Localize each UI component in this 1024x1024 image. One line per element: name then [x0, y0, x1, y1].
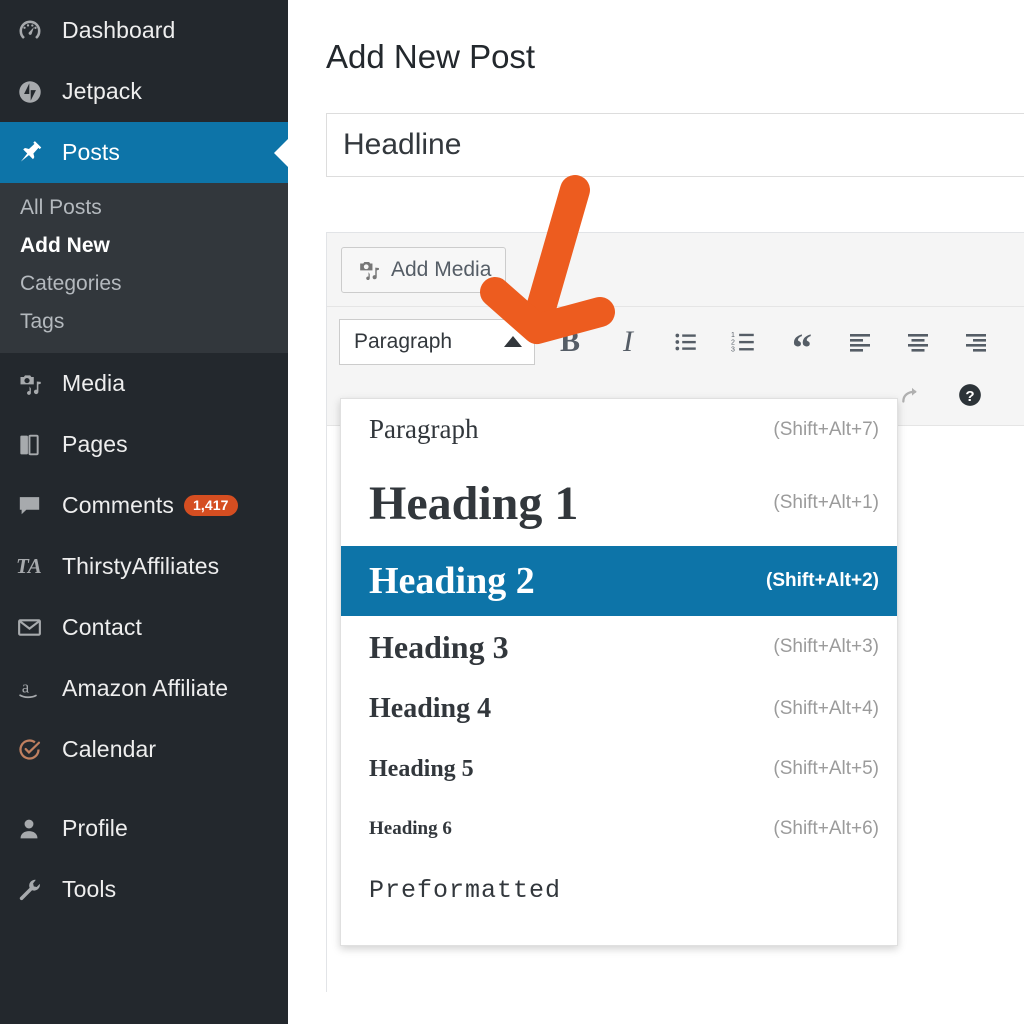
sidebar-item-label: Contact — [62, 614, 142, 640]
admin-sidebar: Dashboard Jetpack Posts All Posts Add Ne… — [0, 0, 288, 1024]
post-title-value: Headline — [343, 128, 462, 161]
format-option-preformatted[interactable]: Preformatted — [341, 859, 897, 921]
sidebar-item-label: Dashboard — [62, 17, 176, 43]
sidebar-item-label: Amazon Affiliate — [62, 675, 229, 701]
format-option-label: Heading 2 — [369, 560, 535, 602]
format-option-paragraph[interactable]: Paragraph (Shift+Alt+7) — [341, 399, 897, 460]
comments-count-badge: 1,417 — [184, 495, 238, 516]
sidebar-divider — [0, 780, 288, 798]
thirstyaffiliates-ta-icon: TA — [16, 554, 42, 578]
sidebar-item-amazon-affiliate[interactable]: a Amazon Affiliate — [0, 658, 288, 719]
sidebar-item-pages[interactable]: Pages — [0, 414, 288, 475]
sidebar-item-label: Posts — [62, 139, 121, 165]
format-option-shortcut: (Shift+Alt+6) — [773, 818, 879, 839]
format-option-label: Heading 3 — [369, 628, 509, 665]
amazon-a-icon: a — [16, 675, 62, 703]
format-option-shortcut: (Shift+Alt+5) — [773, 758, 879, 779]
posts-submenu: All Posts Add New Categories Tags — [0, 183, 288, 353]
sidebar-item-label: Comments — [62, 492, 174, 518]
sidebar-item-label: Tools — [62, 876, 117, 902]
post-title-input[interactable]: Headline — [326, 113, 1024, 177]
format-option-shortcut: (Shift+Alt+2) — [766, 570, 879, 591]
format-option-label: Paragraph — [369, 414, 479, 444]
sidebar-item-media[interactable]: Media — [0, 353, 288, 414]
svg-text:2: 2 — [731, 339, 735, 346]
format-option-heading-4[interactable]: Heading 4 (Shift+Alt+4) — [341, 678, 897, 739]
format-option-label: Preformatted — [369, 875, 562, 905]
media-camera-music-icon — [16, 370, 62, 397]
sidebar-item-label: Jetpack — [62, 78, 142, 104]
format-option-label: Heading 4 — [369, 692, 492, 724]
pages-book-icon — [16, 432, 62, 458]
format-option-label: Heading 6 — [369, 818, 452, 839]
format-option-heading-3[interactable]: Heading 3 (Shift+Alt+3) — [341, 616, 897, 678]
sidebar-item-all-posts[interactable]: All Posts — [0, 189, 288, 227]
user-icon — [16, 816, 62, 842]
sidebar-item-contact[interactable]: Contact — [0, 597, 288, 658]
bold-button[interactable]: B — [541, 319, 599, 365]
page-title: Add New Post — [326, 38, 536, 75]
pin-icon — [16, 138, 62, 167]
sidebar-item-tags[interactable]: Tags — [0, 303, 288, 341]
wordpress-admin-screen: Dashboard Jetpack Posts All Posts Add Ne… — [0, 0, 1024, 1024]
bullet-list-button[interactable] — [657, 319, 715, 365]
italic-button[interactable]: I — [599, 319, 657, 365]
format-option-shortcut: (Shift+Alt+4) — [773, 697, 879, 719]
sidebar-item-label: Pages — [62, 431, 128, 457]
format-option-heading-1[interactable]: Heading 1 (Shift+Alt+1) — [341, 460, 897, 546]
media-camera-music-icon — [356, 257, 381, 282]
align-center-button[interactable] — [889, 319, 947, 365]
format-option-label: Heading 5 — [369, 755, 474, 782]
format-option-heading-2[interactable]: Heading 2 (Shift+Alt+2) — [341, 546, 897, 616]
format-dropdown-menu: Paragraph (Shift+Alt+7) Heading 1 (Shift… — [340, 398, 898, 946]
format-select-value: Paragraph — [354, 329, 453, 353]
format-option-heading-5[interactable]: Heading 5 (Shift+Alt+5) — [341, 739, 897, 799]
sidebar-item-dashboard[interactable]: Dashboard — [0, 0, 288, 61]
sidebar-item-label: Media — [62, 370, 126, 396]
sidebar-item-label: Calendar — [62, 736, 157, 762]
sidebar-item-label: Profile — [62, 815, 128, 841]
align-right-button[interactable] — [947, 319, 1005, 365]
sidebar-item-add-new[interactable]: Add New — [0, 227, 288, 265]
svg-text:?: ? — [965, 387, 974, 404]
calendar-check-icon — [16, 736, 62, 763]
format-option-shortcut: (Shift+Alt+7) — [773, 418, 879, 440]
dashboard-gauge-icon — [16, 17, 62, 45]
sidebar-item-thirstyaffiliates[interactable]: TA ThirstyAffiliates — [0, 536, 288, 597]
add-media-button[interactable]: Add Media — [341, 246, 507, 293]
help-button[interactable]: ? — [941, 372, 999, 418]
format-option-heading-6[interactable]: Heading 6 (Shift+Alt+6) — [341, 799, 897, 859]
add-media-label: Add Media — [391, 257, 492, 281]
svg-text:1: 1 — [731, 332, 735, 339]
svg-text:a: a — [22, 677, 30, 696]
format-select[interactable]: Paragraph — [339, 318, 535, 365]
media-toolbar: Add Media — [327, 233, 1024, 307]
sidebar-item-calendar[interactable]: Calendar — [0, 719, 288, 780]
chevron-up-icon — [504, 336, 522, 347]
sidebar-item-label: ThirstyAffiliates — [62, 553, 220, 579]
jetpack-icon — [16, 78, 62, 106]
format-option-label: Heading 1 — [369, 476, 579, 530]
sidebar-item-tools[interactable]: Tools — [0, 859, 288, 920]
wrench-icon — [16, 876, 62, 903]
format-option-shortcut: (Shift+Alt+3) — [773, 636, 879, 657]
numbered-list-button[interactable]: 1 2 3 — [715, 319, 773, 365]
comment-bubble-icon — [16, 492, 62, 519]
sidebar-item-profile[interactable]: Profile — [0, 798, 288, 859]
sidebar-item-categories[interactable]: Categories — [0, 265, 288, 303]
blockquote-button[interactable]: “ — [773, 319, 831, 367]
sidebar-item-jetpack[interactable]: Jetpack — [0, 61, 288, 122]
envelope-icon — [16, 614, 62, 641]
sidebar-item-posts[interactable]: Posts — [0, 122, 288, 183]
svg-text:3: 3 — [731, 346, 735, 353]
sidebar-item-comments[interactable]: Comments 1,417 — [0, 475, 288, 536]
format-option-shortcut: (Shift+Alt+1) — [773, 492, 879, 513]
toolbar-row-1: Paragraph B I 1 2 3 “ — [327, 315, 1024, 368]
align-left-button[interactable] — [831, 319, 889, 365]
